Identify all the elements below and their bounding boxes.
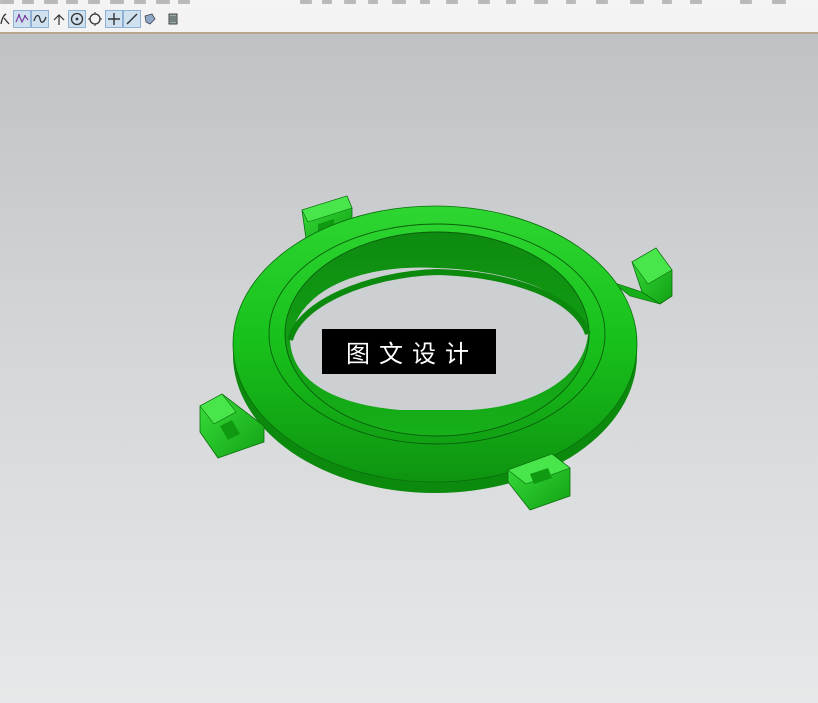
- graphics-viewport[interactable]: 图文设计: [0, 34, 818, 703]
- line-icon[interactable]: [123, 10, 141, 28]
- profile-icon[interactable]: [50, 10, 68, 28]
- shape-icon[interactable]: [141, 10, 159, 28]
- point-icon[interactable]: [105, 10, 123, 28]
- watermark-label: 图文设计: [322, 329, 496, 374]
- spline-icon[interactable]: [31, 10, 49, 28]
- circle-icon[interactable]: [86, 10, 104, 28]
- curve-icon[interactable]: [0, 10, 14, 28]
- sketch-toolbar: [0, 8, 818, 34]
- layer-icon[interactable]: [164, 10, 182, 28]
- studio-spline-icon[interactable]: [13, 10, 31, 28]
- circle-center-icon[interactable]: [68, 10, 86, 28]
